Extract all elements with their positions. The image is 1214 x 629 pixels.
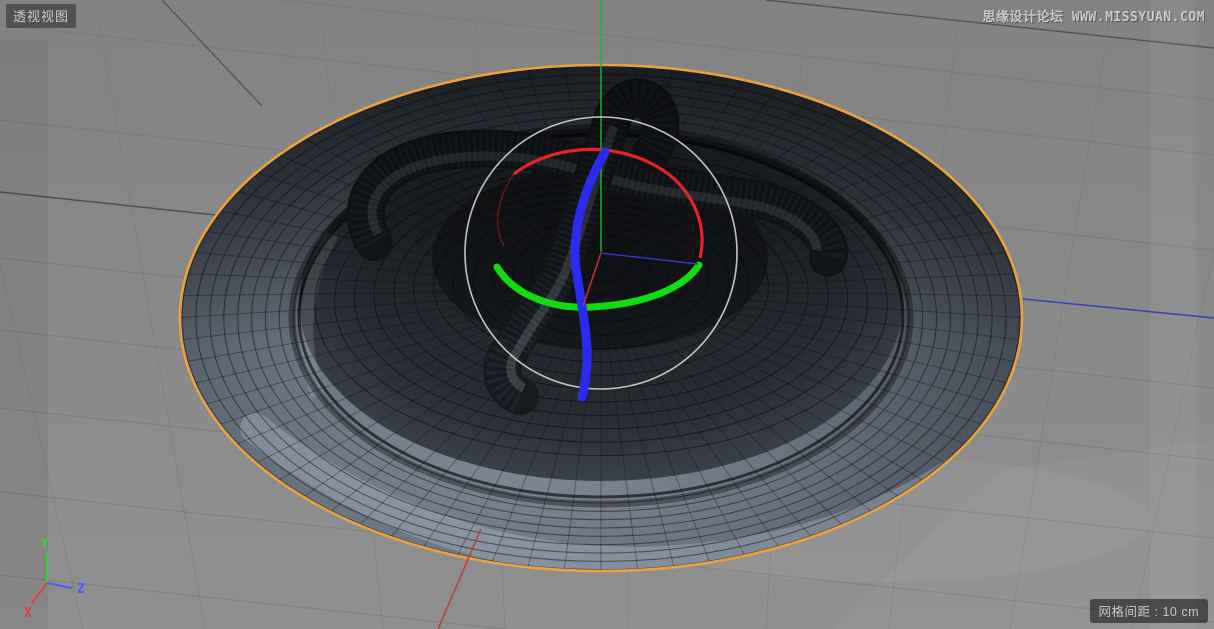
scene-canvas[interactable] — [0, 0, 1214, 629]
watermark-text: 思缘设计论坛 WWW.MISSYUAN.COM — [982, 6, 1205, 25]
widget-z-axis — [47, 583, 72, 588]
perspective-viewport[interactable]: 透视视图 思缘设计论坛 WWW.MISSYUAN.COM 网格间距 : 10 c… — [0, 0, 1214, 629]
widget-y-label: Y — [41, 537, 49, 552]
view-name-label[interactable]: 透视视图 — [6, 4, 76, 28]
widget-x-label: X — [24, 606, 32, 621]
widget-x-axis — [32, 583, 47, 603]
grid-spacing-status: 网格间距 : 10 cm — [1090, 599, 1208, 623]
widget-z-label: Z — [77, 582, 85, 597]
axis-orientation-widget: Y Z X — [0, 529, 120, 629]
